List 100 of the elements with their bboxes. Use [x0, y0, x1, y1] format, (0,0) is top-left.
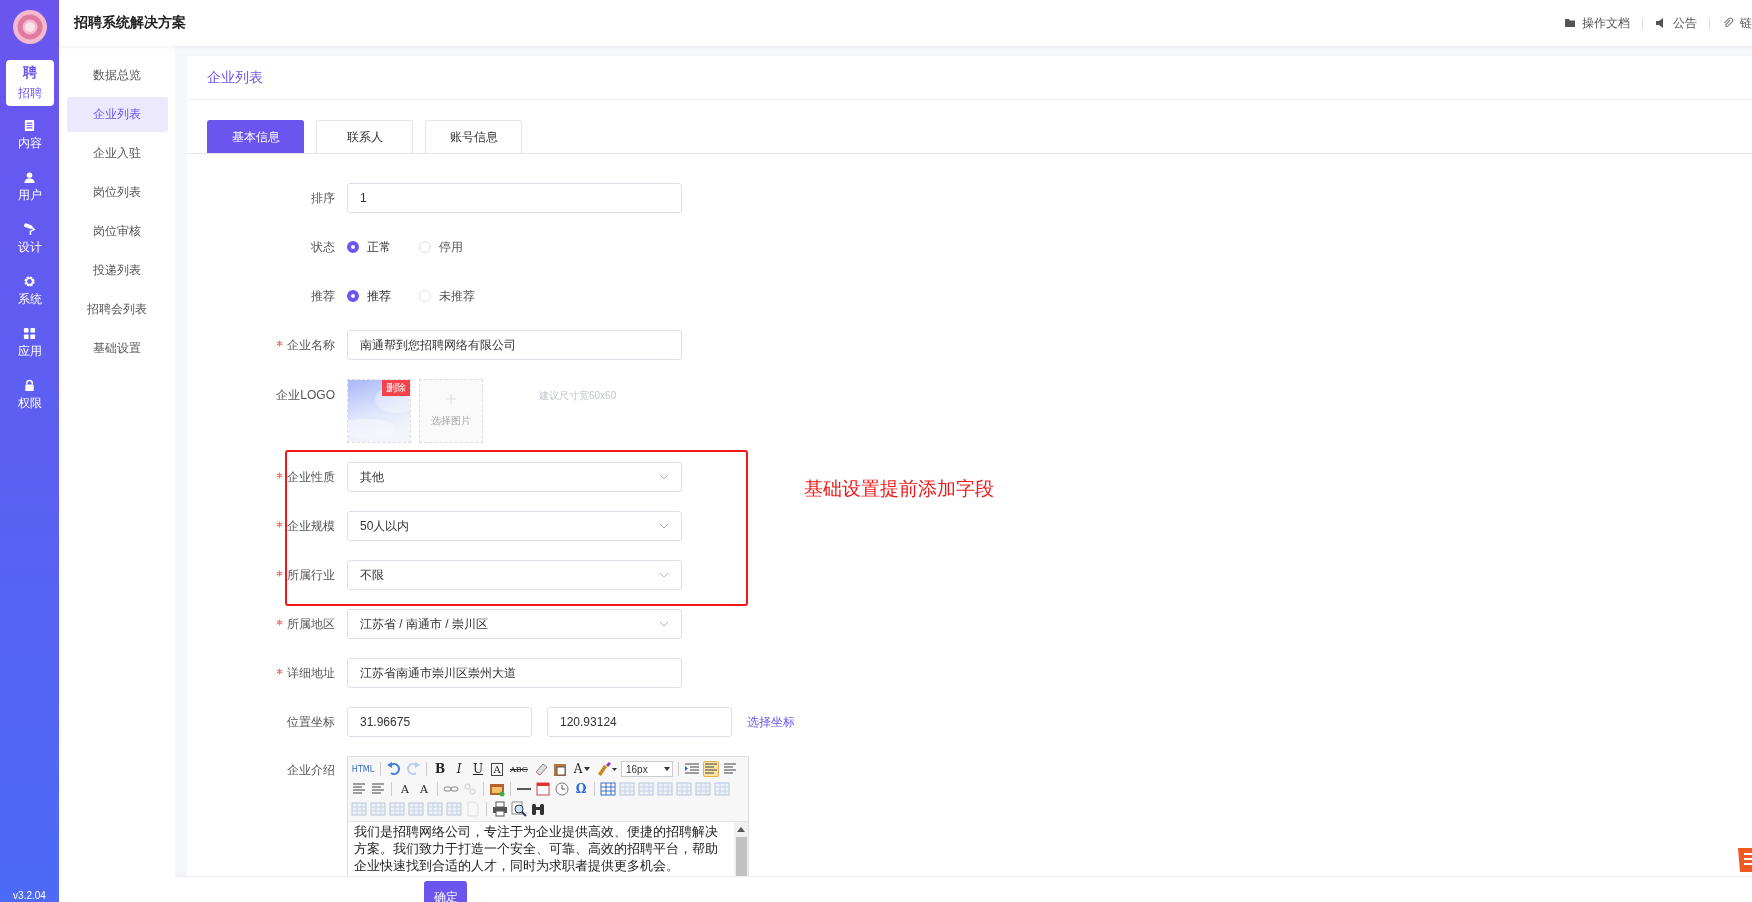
nav-item[interactable]: 应用 [5, 320, 54, 366]
tab[interactable]: 基本信息 [207, 120, 304, 153]
header-link[interactable]: 操作文档 [1582, 14, 1630, 32]
chevron-down-icon [659, 474, 669, 480]
align-button[interactable] [722, 761, 738, 777]
longitude-field[interactable]: 120.93124 [547, 707, 732, 737]
editor-text[interactable]: 我们是招聘网络公司，专注于为企业提供高效、便捷的招聘解决方案。我们致力于打造一个安全、可靠、高效的招聘平台，帮助企业快速找到合适的人才，同时为求职者提供更多机会。 [348, 822, 734, 876]
html-source-button[interactable]: HTML [351, 761, 375, 777]
clipboard-icon[interactable] [552, 761, 568, 777]
list-icon [23, 118, 36, 132]
nav-item[interactable]: 设计 [5, 216, 54, 262]
highlight-icon[interactable] [596, 761, 618, 777]
header-link[interactable]: 公告 [1673, 14, 1697, 32]
dropdown[interactable]: 不限 [347, 560, 682, 590]
submenu-item[interactable]: 岗位列表 [66, 175, 168, 210]
field-label: 所属地区 [287, 616, 335, 631]
table-icon[interactable] [600, 781, 616, 797]
lock-icon [23, 378, 36, 392]
nav-item[interactable]: 内容 [5, 112, 54, 158]
confirm-button[interactable]: 确定 [424, 881, 467, 902]
nav-item[interactable]: 系统 [5, 268, 54, 314]
gear-icon [23, 274, 36, 288]
submenu-item[interactable]: 企业列表 [66, 97, 168, 132]
dropdown[interactable]: 其他 [347, 462, 682, 492]
chevron-down-icon [659, 523, 669, 529]
submenu-item[interactable]: 投递列表 [66, 253, 168, 288]
chevron-down-icon [659, 572, 669, 578]
dropdown[interactable]: 江苏省 / 南通市 / 崇川区 [347, 609, 682, 639]
special-char-button[interactable]: Ω [573, 781, 589, 797]
align-button[interactable] [703, 761, 719, 777]
tab[interactable]: 账号信息 [425, 120, 522, 153]
align-button[interactable] [351, 781, 367, 797]
table-icon[interactable] [427, 801, 443, 817]
indent-icon[interactable] [684, 761, 700, 777]
radio-option[interactable]: 推荐 [347, 287, 391, 305]
table-icon[interactable] [351, 801, 367, 817]
undo-icon[interactable] [386, 761, 402, 777]
table-icon[interactable] [714, 781, 730, 797]
table-icon[interactable] [370, 801, 386, 817]
choose-coords-link[interactable]: 选择坐标 [747, 713, 795, 731]
radio-option[interactable]: 正常 [347, 238, 391, 256]
clock-icon[interactable] [554, 781, 570, 797]
field-label: 所属行业 [287, 567, 335, 582]
radio-option[interactable]: 未推荐 [419, 287, 475, 305]
bold-button[interactable]: B [432, 761, 448, 777]
image-icon[interactable] [489, 781, 505, 797]
nav-item[interactable]: 聘 招聘 [5, 60, 54, 106]
submenu-item[interactable]: 基础设置 [66, 331, 168, 366]
field-label: 企业规模 [287, 518, 335, 533]
table-icon[interactable] [638, 781, 654, 797]
latitude-field[interactable]: 31.96675 [347, 707, 532, 737]
table-icon[interactable] [389, 801, 405, 817]
eraser-icon[interactable] [533, 761, 549, 777]
nav-item[interactable]: 用户 [5, 164, 54, 210]
submenu-item[interactable]: 企业入驻 [66, 136, 168, 171]
logo-icon [12, 10, 47, 44]
table-icon[interactable] [619, 781, 635, 797]
font-size-select[interactable]: 16px [621, 761, 673, 777]
header-link[interactable]: 链 [1740, 14, 1752, 32]
align-button[interactable] [370, 781, 386, 797]
dropdown[interactable]: 50人以内 [347, 511, 682, 541]
table-icon[interactable] [657, 781, 673, 797]
radio-option[interactable]: 停用 [419, 238, 463, 256]
font-size-button[interactable]: A [397, 781, 413, 797]
scroll-up-arrow-icon[interactable] [737, 827, 745, 832]
unlink-icon[interactable] [462, 781, 478, 797]
border-text-button[interactable]: A [489, 761, 505, 777]
folder-icon [1564, 17, 1576, 29]
version-label: v3.2.04 [13, 890, 46, 901]
delete-badge[interactable]: 删除 [382, 380, 410, 396]
field-label: 推荐 [311, 288, 335, 303]
text-field[interactable]: 南通帮到您招聘网络有限公司 [347, 330, 682, 360]
tab[interactable]: 联系人 [316, 120, 413, 153]
table-icon[interactable] [446, 801, 462, 817]
binoculars-icon[interactable] [530, 801, 546, 817]
table-icon[interactable] [695, 781, 711, 797]
table-icon[interactable] [408, 801, 424, 817]
nav-item[interactable]: 权限 [5, 372, 54, 418]
font-size-button[interactable]: A [416, 781, 432, 797]
submenu-item[interactable]: 岗位审核 [66, 214, 168, 249]
text-field[interactable]: 江苏省南通市崇川区崇州大道 [347, 658, 682, 688]
strikethrough-button[interactable]: ABC [508, 761, 530, 777]
scrollbar[interactable] [734, 822, 748, 876]
annotation-text: 基础设置提前添加字段 [804, 477, 994, 501]
font-color-button[interactable]: A [571, 761, 593, 777]
submenu-item[interactable]: 数据总览 [66, 58, 168, 93]
field-label: 状态 [311, 239, 335, 254]
table-icon[interactable] [676, 781, 692, 797]
underline-button[interactable]: U [470, 761, 486, 777]
paperclip-icon [1722, 17, 1734, 29]
redo-icon[interactable] [405, 761, 421, 777]
search-icon[interactable] [511, 801, 527, 817]
printer-icon[interactable] [492, 801, 508, 817]
chevron-down-icon [659, 621, 669, 627]
text-field[interactable]: 1 [347, 183, 682, 213]
italic-button[interactable]: I [451, 761, 467, 777]
submenu-item[interactable]: 招聘会列表 [66, 292, 168, 327]
user-icon [23, 170, 36, 184]
field-label: 企业名称 [287, 337, 335, 352]
calendar-icon[interactable] [535, 781, 551, 797]
